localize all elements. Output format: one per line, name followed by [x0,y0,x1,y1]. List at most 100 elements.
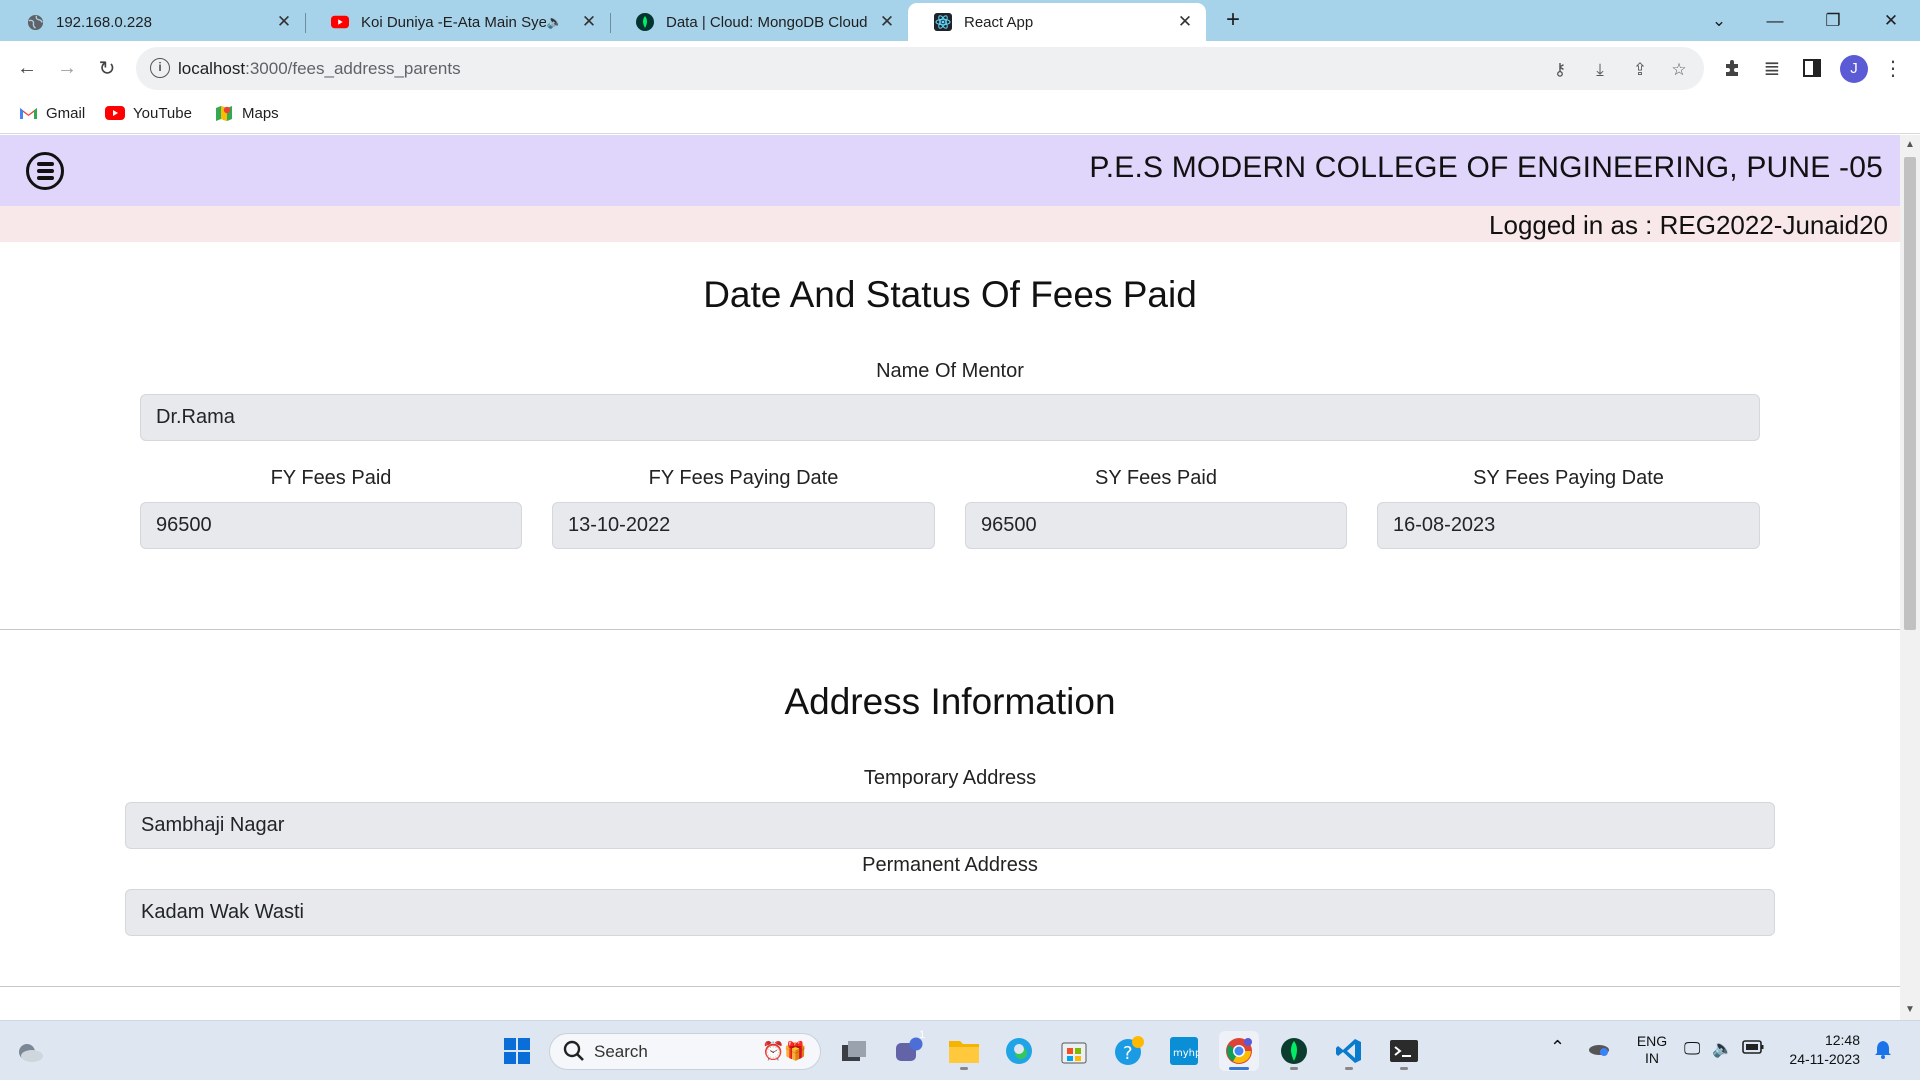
scroll-up-arrow-icon[interactable]: ▲ [1900,139,1920,155]
address-bar[interactable]: i localhost:3000/fees_address_parents ⚷ … [136,47,1704,90]
bookmark-star-icon[interactable]: ☆ [1666,57,1692,83]
tab-ip[interactable]: 192.168.0.228 ✕ [0,3,306,41]
bookmark-label: Gmail [46,104,86,122]
react-icon [934,13,952,31]
url-host: localhost [178,59,246,78]
volume-icon[interactable]: 🔈 [1712,1039,1733,1059]
speaker-icon[interactable]: 🔈 [546,13,564,31]
active-indicator [1229,1067,1249,1070]
permanent-address-label: Permanent Address [862,854,1038,876]
tab-youtube[interactable]: Koi Duniya -E-Ata Main Syed 🔈 ✕ [305,3,611,41]
tab-title: Data | Cloud: MongoDB Cloud [666,13,868,31]
tab-title: 192.168.0.228 [56,13,152,31]
edge-browser-icon[interactable] [999,1031,1039,1071]
permanent-address-field[interactable] [125,889,1775,936]
install-app-icon[interactable]: ⤓ [1587,57,1613,83]
section-divider [0,629,1900,630]
bookmark-youtube[interactable]: YouTube [105,104,192,122]
task-view-icon[interactable] [834,1031,874,1071]
bookmark-label: Maps [242,104,279,122]
clock[interactable]: 12:48 24-11-2023 [1778,1031,1860,1069]
clock-date: 24-11-2023 [1789,1051,1860,1067]
sy-fees-date-field[interactable] [1377,502,1760,549]
temporary-address-label: Temporary Address [863,767,1037,789]
youtube-icon [105,104,125,122]
restore-icon[interactable]: ❐ [1804,0,1862,41]
language-code: ENG [1636,1033,1668,1049]
fy-fees-paid-field[interactable] [140,502,522,549]
tab-title: Koi Duniya -E-Ata Main Syed [361,13,546,31]
mentor-label: Name Of Mentor [876,360,1024,382]
media-queue-icon[interactable]: ≣ [1757,53,1787,83]
sy-fees-paid-field[interactable] [965,502,1347,549]
mentor-field[interactable] [140,394,1760,441]
battery-icon[interactable] [1742,1040,1764,1057]
onedrive-icon[interactable] [1588,1039,1610,1060]
forward-arrow-icon[interactable]: → [52,53,82,83]
close-tab-icon[interactable]: ✕ [580,13,598,31]
minimize-icon[interactable]: — [1746,0,1804,41]
running-indicator [1400,1067,1408,1070]
notification-bell-icon[interactable] [1874,1039,1892,1062]
url-text[interactable]: localhost:3000/fees_address_parents [178,59,461,79]
show-hidden-icons-chevron-icon[interactable]: ⌃ [1550,1037,1565,1058]
myhp-icon[interactable]: myhp [1164,1031,1204,1071]
chrome-icon[interactable] [1219,1031,1259,1071]
bookmark-label: YouTube [133,104,192,122]
tab-mongodb[interactable]: Data | Cloud: MongoDB Cloud ✕ [610,3,908,41]
running-indicator [960,1067,968,1070]
close-window-icon[interactable]: ✕ [1862,0,1920,41]
temporary-address-field[interactable] [125,802,1775,849]
language-indicator[interactable]: ENG IN [1632,1033,1672,1067]
network-icon[interactable]: 🖵 [1684,1039,1700,1059]
fy-fees-date-field[interactable] [552,502,935,549]
site-info-icon[interactable]: i [150,58,170,78]
close-tab-icon[interactable]: ✕ [275,13,293,31]
hamburger-menu-icon[interactable] [26,152,64,190]
microsoft-store-icon[interactable] [1054,1031,1094,1071]
running-indicator [1290,1067,1298,1070]
gmail-icon [18,104,38,122]
share-icon[interactable]: ⇪ [1627,57,1653,83]
terminal-icon[interactable] [1384,1031,1424,1071]
back-arrow-icon[interactable]: ← [12,53,42,83]
get-help-icon[interactable]: ? [1109,1031,1149,1071]
profile-avatar[interactable]: J [1840,55,1868,83]
youtube-icon [331,13,349,31]
vscode-icon[interactable] [1329,1031,1369,1071]
reload-icon[interactable]: ↻ [92,53,122,83]
more-menu-icon[interactable]: ⋮ [1878,53,1908,83]
tab-search-chevron-icon[interactable]: ⌄ [1690,0,1748,41]
bookmark-gmail[interactable]: Gmail [18,104,85,122]
college-name: P.E.S MODERN COLLEGE OF ENGINEERING, PUN… [1089,151,1883,184]
teams-chat-icon[interactable]: 1 [889,1029,929,1071]
mongodb-compass-icon[interactable] [1274,1031,1314,1071]
fy-fees-paid-label: FY Fees Paid [270,467,392,489]
page-viewport: P.E.S MODERN COLLEGE OF ENGINEERING, PUN… [0,135,1900,1020]
close-tab-icon[interactable]: ✕ [1176,13,1194,31]
file-explorer-icon[interactable] [944,1031,984,1071]
globe-icon [26,13,44,31]
new-tab-plus-icon[interactable]: + [1220,8,1246,34]
page-scrollbar[interactable]: ▲ ▼ [1900,135,1920,1020]
sy-fees-paid-label: SY Fees Paid [1095,467,1217,489]
tab-react-app[interactable]: React App ✕ [908,3,1206,41]
extensions-puzzle-icon[interactable] [1717,53,1747,83]
close-tab-icon[interactable]: ✕ [878,13,896,31]
clock-time: 12:48 [1824,1032,1860,1048]
bookmark-maps[interactable]: Maps [214,104,279,122]
weather-cloud-icon[interactable] [10,1031,50,1071]
scroll-down-arrow-icon[interactable]: ▼ [1900,1004,1920,1020]
tab-strip: 192.168.0.228 ✕ Koi Duniya -E-Ata Main S… [0,0,1920,41]
fees-section-title: Date And Status Of Fees Paid [703,274,1197,315]
maps-icon [214,104,234,122]
mongodb-leaf-icon [636,13,654,31]
taskbar-search-box[interactable]: Search ⏰🎁 [549,1033,821,1070]
side-panel-icon[interactable] [1797,53,1827,83]
search-label: Search [594,1042,648,1061]
key-icon[interactable]: ⚷ [1547,57,1573,83]
windows-taskbar: Search ⏰🎁 1 ? myhp ⌃ ENG IN 🖵 🔈 12:48 24… [0,1020,1920,1080]
scrollbar-thumb[interactable] [1904,157,1916,630]
windows-start-icon[interactable] [497,1031,537,1071]
region-code: IN [1645,1050,1659,1066]
